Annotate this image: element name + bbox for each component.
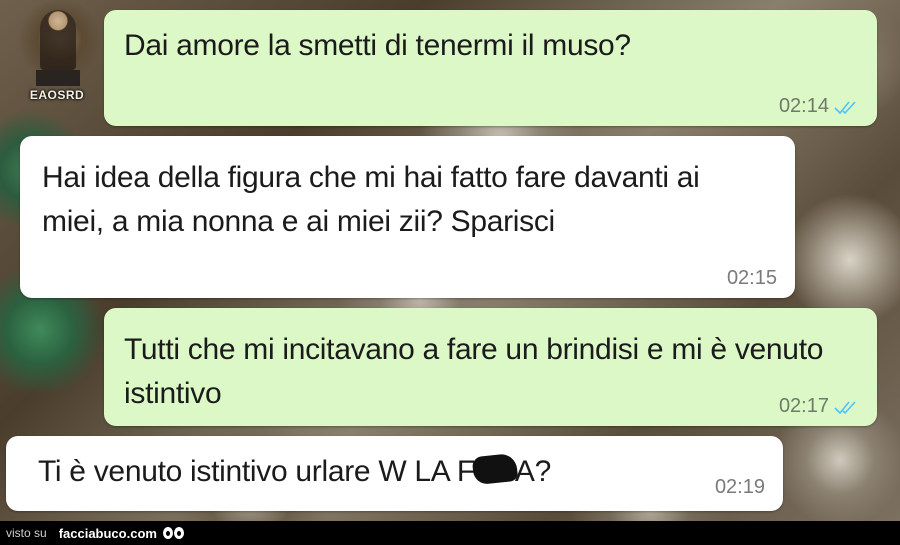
- message-time: 02:15: [726, 267, 777, 289]
- message-time: 02:19: [714, 476, 765, 498]
- eye-right-icon: [173, 527, 184, 539]
- message-meta: 02:19: [715, 476, 765, 499]
- footer-bar: visto su facciabuco.com: [0, 521, 900, 545]
- footer-label: visto su: [6, 526, 47, 540]
- logo-figure-icon: [40, 10, 76, 70]
- message-text: Hai idea della figura che mi hai fatto f…: [42, 161, 700, 238]
- message-time: 02:17: [778, 395, 829, 417]
- message-text: Tutti che mi incitavano a fare un brindi…: [124, 333, 824, 410]
- message-text-before-censor: Ti è venuto istintivo urlare W LA F: [38, 455, 475, 488]
- message-meta: 02:17: [779, 395, 861, 418]
- message-bubble-incoming[interactable]: Ti è venuto istintivo urlare W LA F A? 02…: [6, 436, 783, 511]
- logo-brand-text: EAOSRD: [29, 88, 85, 102]
- message-bubble-outgoing[interactable]: Tutti che mi incitavano a fare un brindi…: [104, 308, 877, 426]
- footer-site-link[interactable]: facciabuco.com: [59, 526, 157, 541]
- message-meta: 02:14: [779, 95, 861, 118]
- message-time: 02:14: [778, 95, 829, 117]
- message-bubble-incoming[interactable]: Hai idea della figura che mi hai fatto f…: [20, 136, 795, 298]
- message-text-after-censor: A?: [514, 455, 552, 488]
- eyes-icon: [162, 527, 184, 539]
- watermark-logo: EAOSRD: [22, 10, 92, 102]
- eye-left-icon: [162, 527, 173, 539]
- double-check-icon: [834, 400, 856, 414]
- message-text: Ti è venuto istintivo urlare W LA F A?: [38, 450, 738, 494]
- message-bubble-outgoing[interactable]: Dai amore la smetti di tenermi il muso? …: [104, 10, 877, 126]
- censor-scribble-icon: [471, 452, 519, 486]
- message-meta: 02:15: [727, 267, 777, 290]
- logo-tagline: [36, 70, 80, 86]
- double-check-icon: [834, 100, 856, 114]
- message-text: Dai amore la smetti di tenermi il muso?: [124, 29, 631, 62]
